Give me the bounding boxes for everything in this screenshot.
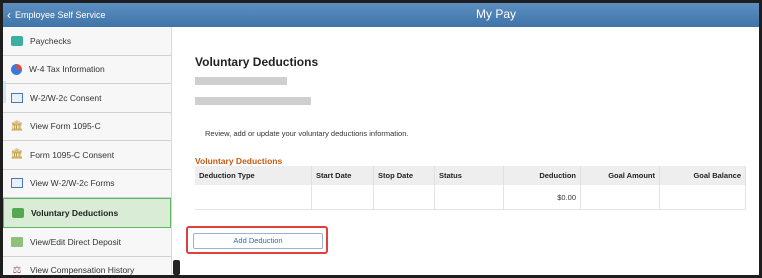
- sidebar-item-label: W-2/W-2c Consent: [30, 92, 102, 103]
- sidebar-item-compensation-history[interactable]: ⚖ View Compensation History: [3, 257, 171, 275]
- sidebar-item-w2-consent[interactable]: W-2/W-2c Consent: [3, 84, 171, 113]
- page-header-title: My Pay: [475, 7, 516, 21]
- table-header-row: Deduction Type Start Date Stop Date Stat…: [195, 166, 746, 185]
- bank-icon: 🏛: [10, 120, 24, 132]
- bank-icon: 🏛: [10, 149, 24, 161]
- window-edge-marker: [3, 81, 6, 103]
- table-cell: [659, 185, 746, 210]
- grid-title: Voluntary Deductions: [195, 156, 283, 166]
- main-content: Voluntary Deductions Review, add or upda…: [172, 27, 759, 275]
- sidebar-item-label: Form 1095-C Consent: [30, 149, 115, 160]
- sidebar-item-w4-tax-information[interactable]: W-4 Tax Information: [3, 56, 171, 84]
- header-bar: ‹ Employee Self Service My Pay: [3, 3, 759, 27]
- sidebar-item-direct-deposit[interactable]: View/Edit Direct Deposit: [3, 228, 171, 257]
- redacted-name: [195, 77, 287, 85]
- paychecks-icon: [11, 35, 23, 46]
- sidebar-item-voluntary-deductions[interactable]: Voluntary Deductions: [3, 198, 171, 228]
- table-cell: [373, 185, 435, 210]
- column-header: Deduction Type: [195, 166, 312, 185]
- sidebar-item-label: Voluntary Deductions: [31, 208, 119, 218]
- direct-deposit-icon: [11, 236, 23, 247]
- form-icon: [11, 178, 23, 189]
- sidebar-item-label: View Compensation History: [30, 265, 135, 275]
- compensation-history-icon: ⚖: [12, 264, 22, 275]
- table-cell: [434, 185, 504, 210]
- sidebar-item-label: W-4 Tax Information: [29, 64, 105, 75]
- intro-text: Review, add or update your voluntary ded…: [205, 129, 409, 138]
- sidebar-item-view-form-1095c[interactable]: 🏛 View Form 1095-C: [3, 113, 171, 141]
- sidebar-item-paychecks[interactable]: Paychecks: [3, 27, 171, 56]
- table-cell: [311, 185, 374, 210]
- sidebar-item-label: View Form 1095-C: [30, 121, 101, 132]
- add-deduction-button[interactable]: Add Deduction: [193, 233, 323, 249]
- sidebar-item-view-w2-forms[interactable]: View W-2/W-2c Forms: [3, 170, 171, 198]
- column-header: Goal Amount: [580, 166, 660, 185]
- deductions-table: Deduction Type Start Date Stop Date Stat…: [195, 166, 746, 210]
- sidebar-item-label: View W-2/W-2c Forms: [30, 178, 115, 189]
- voluntary-deductions-icon: [12, 208, 24, 218]
- table-row[interactable]: $0.00: [195, 185, 746, 210]
- sidebar: Paychecks W-4 Tax Information W-2/W-2c C…: [3, 27, 172, 275]
- redacted-info: [195, 97, 311, 105]
- table-cell: [195, 185, 312, 210]
- column-header: Deduction: [503, 166, 581, 185]
- column-header: Stop Date: [373, 166, 435, 185]
- sidebar-item-label: Paychecks: [30, 35, 72, 46]
- column-header: Start Date: [311, 166, 374, 185]
- table-cell: [580, 185, 660, 210]
- column-header: Status: [434, 166, 504, 185]
- app-window: ‹ Employee Self Service My Pay Paychecks…: [3, 3, 759, 275]
- sidebar-item-label: View/Edit Direct Deposit: [30, 236, 122, 247]
- form-icon: [11, 92, 23, 103]
- sidebar-item-form-1095c-consent[interactable]: 🏛 Form 1095-C Consent: [3, 141, 171, 170]
- table-cell: $0.00: [503, 185, 581, 210]
- column-header: Goal Balance: [659, 166, 746, 185]
- w4-tax-icon: [11, 63, 22, 75]
- page-title: Voluntary Deductions: [195, 55, 319, 69]
